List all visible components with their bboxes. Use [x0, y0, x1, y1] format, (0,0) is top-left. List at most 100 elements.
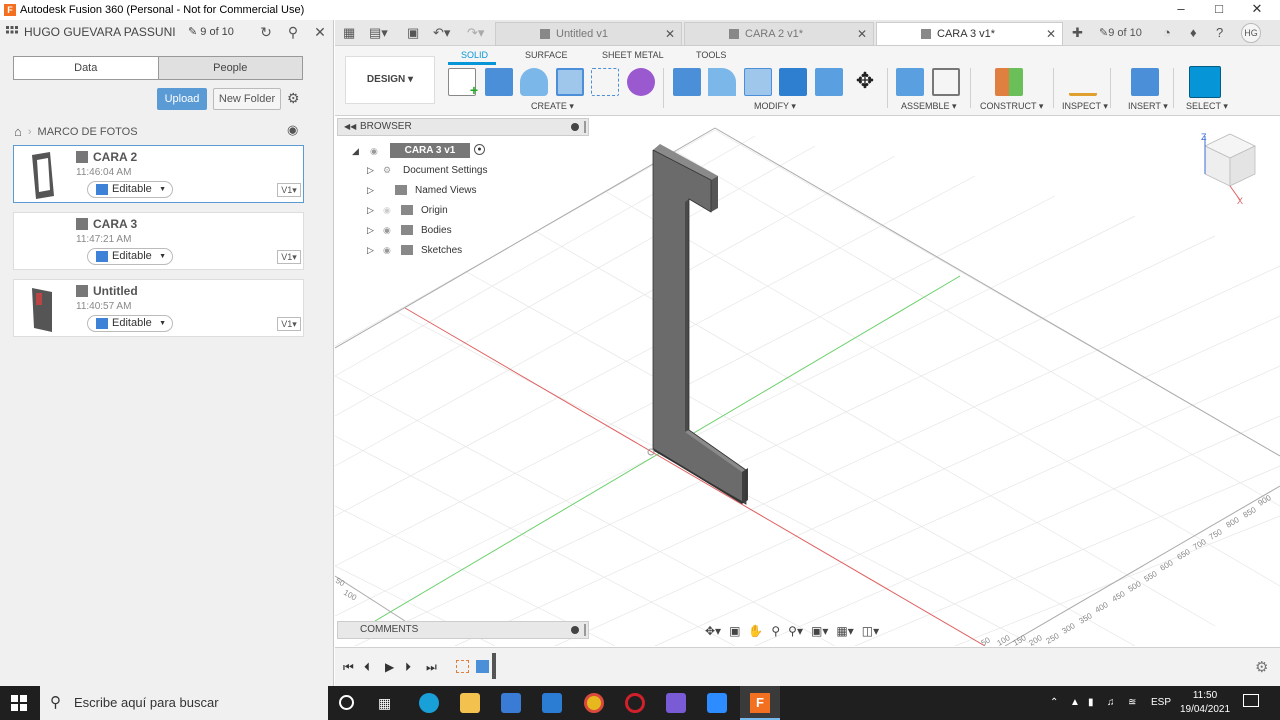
edit-status-dropdown[interactable]: Editable ▼ — [87, 181, 173, 198]
activate-radio-icon[interactable]: ● — [474, 144, 485, 155]
select-menu[interactable]: SELECT ▾ — [1186, 101, 1228, 112]
save-icon[interactable]: ▣ — [407, 25, 419, 41]
revolve-icon[interactable] — [520, 68, 548, 96]
edit-status-dropdown[interactable]: Editable ▼ — [87, 248, 173, 265]
collapse-triangle-icon[interactable]: ◢ — [352, 146, 362, 157]
redo-icon[interactable]: ↷▾ — [467, 25, 484, 41]
insert-menu[interactable]: INSERT ▾ — [1128, 101, 1168, 112]
offset-plane-icon[interactable] — [995, 68, 1023, 96]
viewports-icon[interactable]: ◫▾ — [862, 624, 879, 638]
refresh-icon[interactable]: ↻ — [258, 24, 274, 40]
teams-icon[interactable] — [666, 693, 686, 713]
look-at-icon[interactable]: ▣ — [729, 624, 740, 638]
opera-icon[interactable] — [625, 693, 645, 713]
home-icon[interactable]: ⌂ — [14, 124, 22, 139]
fusion-taskbar-button[interactable]: F — [740, 686, 780, 720]
tab-people[interactable]: People — [157, 57, 302, 79]
expand-triangle-icon[interactable]: ▷ — [367, 185, 377, 196]
fit-icon[interactable]: ⚲▾ — [788, 624, 803, 638]
zoom-icon[interactable]: ⚲ — [771, 624, 780, 638]
construct-menu[interactable]: CONSTRUCT ▾ — [980, 101, 1043, 112]
new-tab-icon[interactable]: ✚ — [1072, 25, 1083, 41]
tab-data[interactable]: Data — [14, 57, 158, 79]
modify-menu[interactable]: MODIFY ▾ — [754, 101, 796, 112]
new-folder-button[interactable]: New Folder — [213, 88, 281, 110]
notification-center-icon[interactable] — [1243, 694, 1259, 707]
version-count-top[interactable]: ✎9 of 10 — [1099, 26, 1142, 39]
tree-item[interactable]: ▷ ⚙ Document Settings — [367, 161, 488, 179]
notifications-icon[interactable]: ♦ — [1190, 25, 1197, 40]
gear-icon[interactable]: ⚙ — [1255, 658, 1268, 676]
resize-handle-icon[interactable] — [584, 121, 586, 133]
expand-triangle-icon[interactable]: ▷ — [367, 245, 377, 256]
joint-icon[interactable] — [932, 68, 960, 96]
help-icon[interactable]: ? — [1216, 25, 1223, 40]
pattern-icon[interactable] — [591, 68, 619, 96]
3d-viewport[interactable]: 900 850 800 750 700 650 600 550 500 450 … — [335, 116, 1280, 646]
expand-triangle-icon[interactable]: ▷ — [367, 205, 377, 216]
collapse-icon[interactable]: ◀◀ — [344, 119, 356, 135]
pan-icon[interactable]: ✋ — [748, 624, 763, 638]
comments-panel[interactable]: COMMENTS — [337, 621, 589, 639]
close-tab-icon[interactable]: ✕ — [665, 23, 675, 45]
breadcrumb-folder[interactable]: MARCO DE FOTOS — [38, 126, 138, 138]
tree-item[interactable]: ▷ ◉ Origin — [367, 201, 448, 219]
volume-icon[interactable]: ♫ — [1107, 686, 1115, 720]
measure-icon[interactable] — [1069, 68, 1097, 96]
close-tab-icon[interactable]: ✕ — [1046, 23, 1056, 45]
zoom-app-icon[interactable] — [707, 693, 727, 713]
orbit-icon[interactable]: ✥▾ — [705, 624, 721, 638]
chevron-up-icon[interactable]: ⌃ — [1050, 686, 1058, 720]
sketch-feature-icon[interactable] — [456, 660, 469, 673]
extrude-feature-icon[interactable] — [476, 660, 489, 673]
close-panel-icon[interactable]: ✕ — [312, 24, 328, 40]
new-component-icon[interactable] — [896, 68, 924, 96]
insert-image-icon[interactable] — [1131, 68, 1159, 96]
shell-icon[interactable] — [779, 68, 807, 96]
wifi-icon[interactable]: ≊ — [1128, 686, 1136, 720]
version-badge[interactable]: V1▾ — [277, 317, 301, 331]
assemble-menu[interactable]: ASSEMBLE ▾ — [901, 101, 957, 112]
globe-icon[interactable]: ◉ — [287, 122, 298, 138]
form-icon[interactable] — [627, 68, 655, 96]
edit-status-dropdown[interactable]: Editable ▼ — [87, 315, 173, 332]
play-icon[interactable]: ▶ — [385, 660, 394, 674]
tree-item[interactable]: ▷ ◉ Bodies — [367, 221, 452, 239]
undo-icon[interactable]: ↶▾ — [433, 25, 450, 41]
search-icon[interactable]: ⚲ — [285, 24, 301, 40]
chrome-icon[interactable] — [584, 693, 604, 713]
task-view-icon[interactable]: ▦ — [378, 695, 391, 712]
fillet-icon[interactable] — [708, 68, 736, 96]
first-step-icon[interactable]: ⏮ — [343, 660, 354, 675]
tree-item[interactable]: ▷ Named Views — [367, 181, 477, 199]
resize-handle-icon[interactable] — [584, 624, 586, 636]
eye-icon[interactable]: ◉ — [383, 225, 397, 236]
tree-item[interactable]: ▷ ◉ Sketches — [367, 241, 462, 259]
file-card[interactable]: CARA 2 11:46:04 AM Editable ▼ V1▾ — [13, 145, 304, 203]
extrude-icon[interactable] — [485, 68, 513, 96]
browser-panel-header[interactable]: ◀◀ BROWSER — [337, 118, 589, 136]
microphone-icon[interactable]: ▲ — [1070, 686, 1080, 720]
expand-triangle-icon[interactable]: ▷ — [367, 225, 377, 236]
tree-root-label[interactable]: CARA 3 v1 — [390, 143, 470, 158]
grid-settings-icon[interactable]: ▦▾ — [836, 624, 853, 638]
3d-canvas[interactable]: 900 850 800 750 700 650 600 550 500 450 … — [335, 116, 1280, 646]
expand-triangle-icon[interactable]: ▷ — [367, 165, 377, 176]
version-badge[interactable]: V1▾ — [277, 250, 301, 264]
version-count[interactable]: ✎ 9 of 10 — [188, 25, 234, 38]
mail-icon[interactable] — [542, 693, 562, 713]
close-tab-icon[interactable]: ✕ — [857, 23, 867, 45]
display-settings-icon[interactable]: ▣▾ — [811, 624, 828, 638]
apps-grid-icon[interactable]: ▦ — [343, 25, 355, 41]
cortana-icon[interactable] — [339, 695, 354, 710]
workspace-switcher[interactable]: DESIGN ▾ — [345, 56, 435, 104]
user-name[interactable]: HUGO GUEVARA PASSUNI — [24, 25, 176, 39]
language-indicator[interactable]: ESP — [1151, 686, 1171, 720]
create-sketch-icon[interactable]: + — [448, 68, 478, 98]
next-step-icon[interactable]: ⏵ — [405, 660, 411, 675]
edge-icon[interactable] — [419, 693, 439, 713]
file-card[interactable]: Untitled 11:40:57 AM Editable ▼ V1▾ — [13, 279, 304, 337]
upload-button[interactable]: Upload — [157, 88, 207, 110]
eye-hidden-icon[interactable]: ◉ — [383, 205, 397, 216]
select-icon[interactable] — [1189, 66, 1221, 98]
